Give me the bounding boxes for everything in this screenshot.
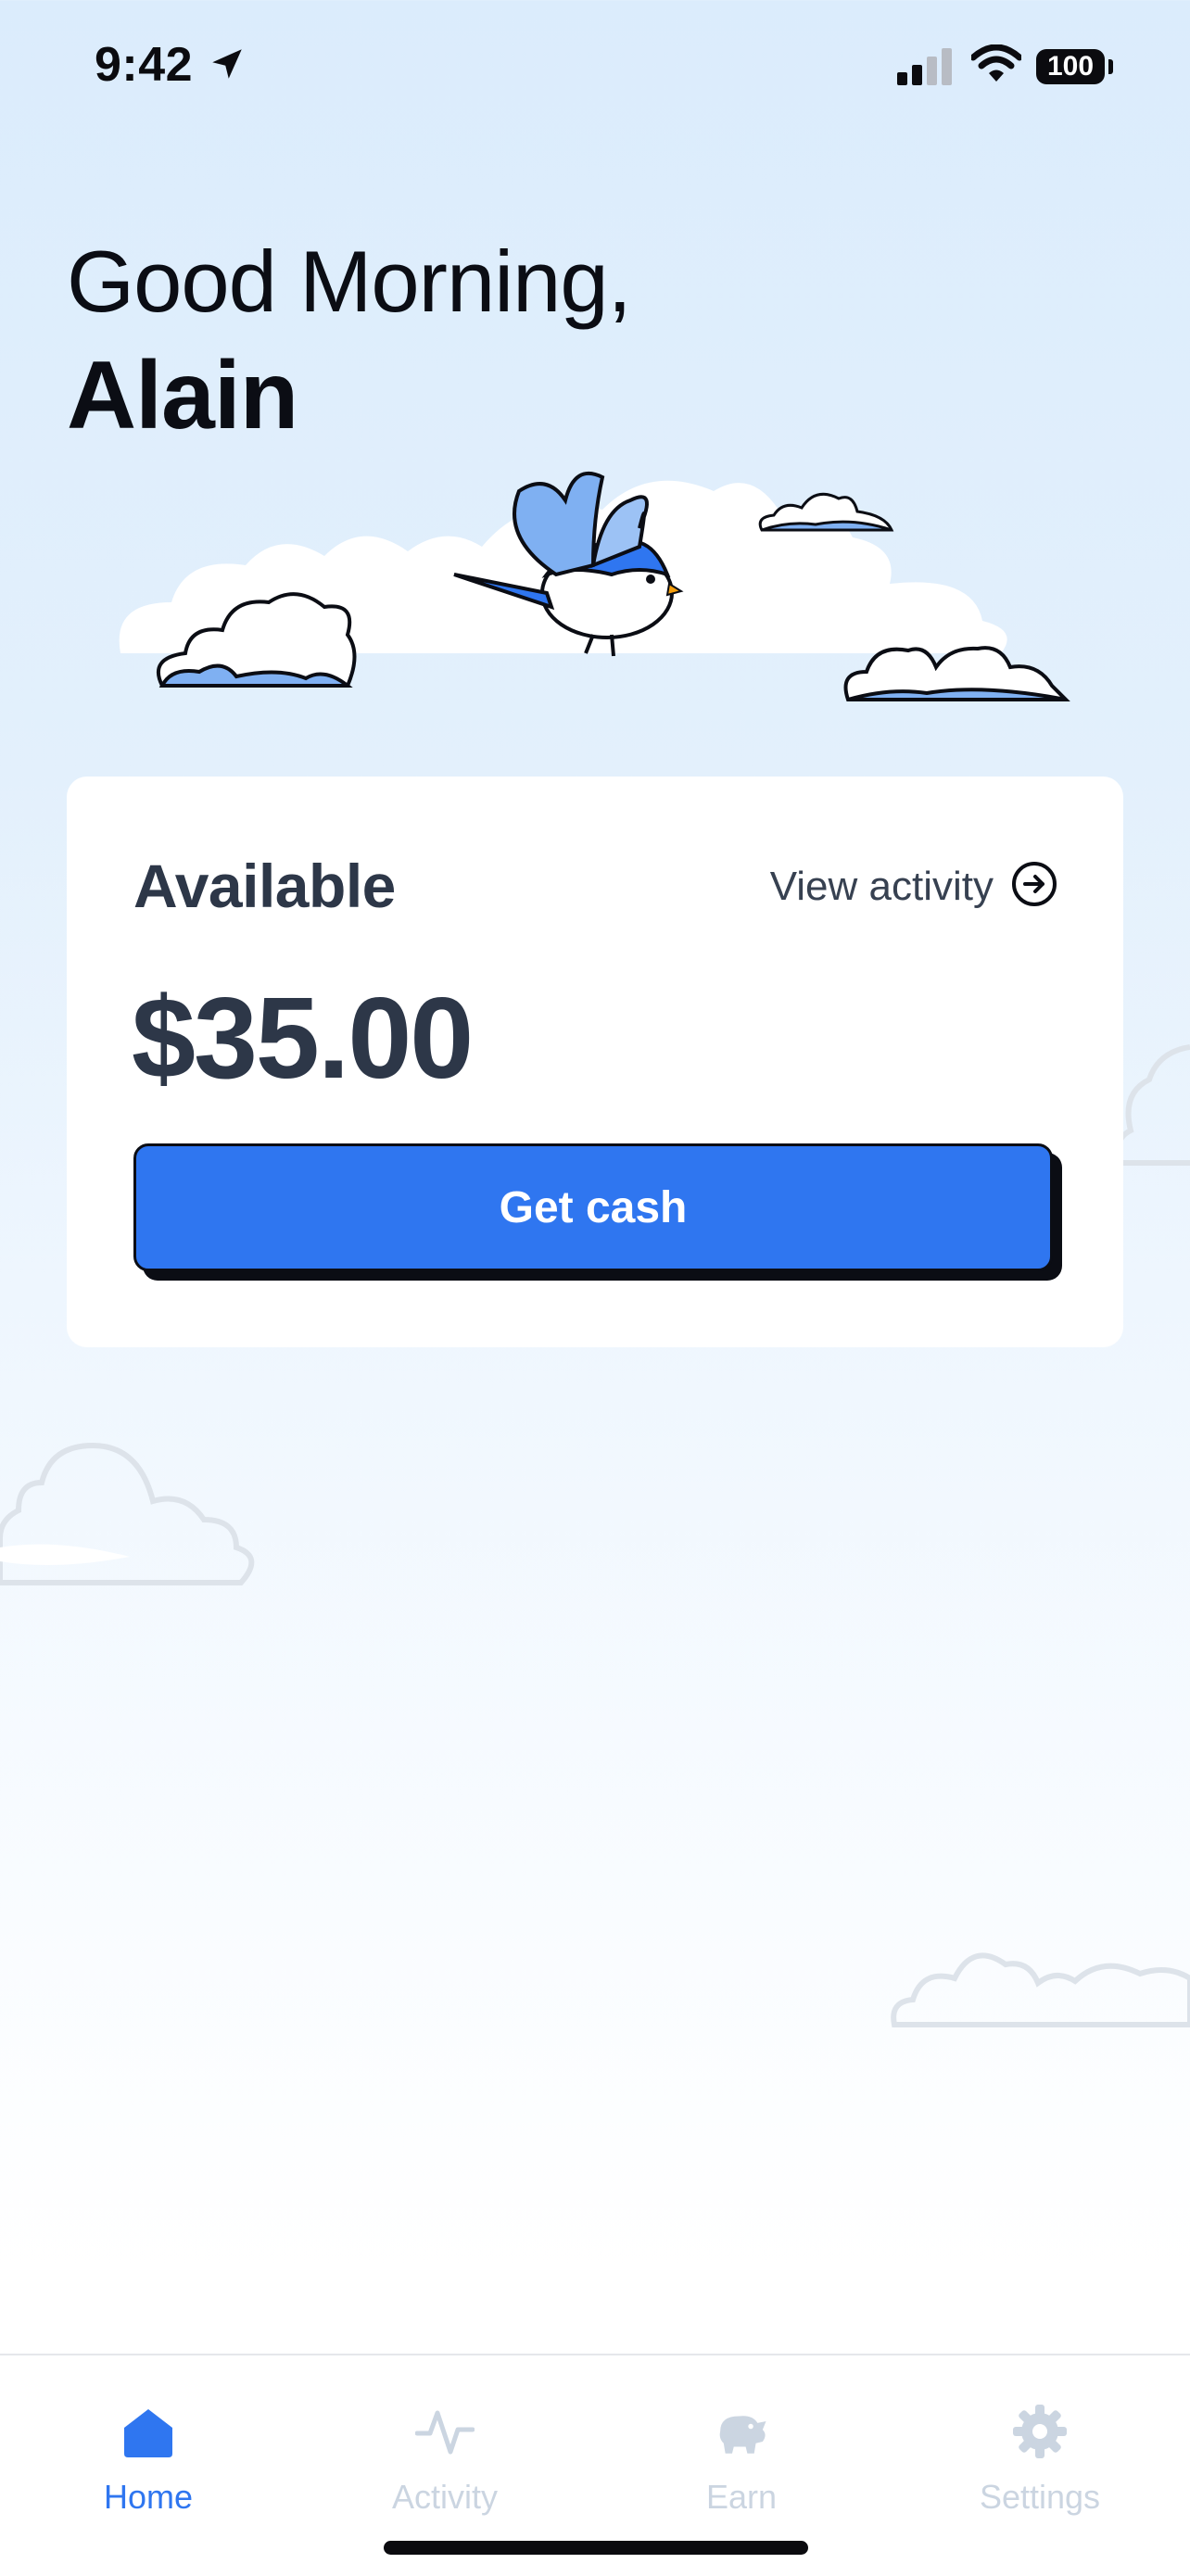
activity-icon — [415, 2402, 475, 2461]
wifi-icon — [969, 44, 1023, 88]
cellular-signal-icon — [897, 48, 955, 90]
arrow-circle-right-icon — [1010, 860, 1058, 913]
battery-cap — [1108, 59, 1113, 74]
status-bar: 9:42 100 — [0, 0, 1190, 139]
tab-home[interactable]: Home — [46, 2402, 250, 2532]
tab-activity-label: Activity — [391, 2478, 498, 2516]
tab-earn[interactable]: Earn — [639, 2402, 843, 2532]
status-time: 9:42 — [95, 38, 194, 92]
background-cloud-bottom-right — [891, 1952, 1190, 2027]
background-cloud-right — [1115, 1044, 1190, 1166]
background-cloud-left — [0, 1442, 255, 1585]
piggy-bank-icon — [712, 2402, 771, 2461]
sky-clouds-bird-illustration — [119, 472, 1070, 701]
view-activity-label: View activity — [769, 863, 994, 909]
get-cash-button[interactable]: Get cash — [133, 1143, 1053, 1271]
location-arrow-icon — [208, 44, 247, 88]
greeting-text: Good Morning, — [67, 233, 632, 330]
tab-earn-label: Earn — [705, 2478, 778, 2516]
user-name: Alain — [67, 342, 298, 449]
tab-home-label: Home — [103, 2478, 194, 2516]
tab-settings[interactable]: Settings — [938, 2402, 1142, 2532]
hero-illustration — [0, 436, 1190, 713]
home-icon — [119, 2402, 178, 2461]
tab-settings-label: Settings — [979, 2478, 1101, 2516]
balance-amount: $35.00 — [132, 975, 474, 1103]
battery-icon: 100 — [1036, 49, 1105, 84]
home-indicator — [384, 2541, 808, 2555]
available-title: Available — [133, 852, 396, 920]
view-activity-link[interactable]: View activity — [770, 860, 1058, 913]
tab-activity[interactable]: Activity — [343, 2402, 547, 2532]
gear-icon — [1010, 2402, 1070, 2461]
balance-card: Available View activity $35.00 Get cash — [67, 777, 1123, 1347]
